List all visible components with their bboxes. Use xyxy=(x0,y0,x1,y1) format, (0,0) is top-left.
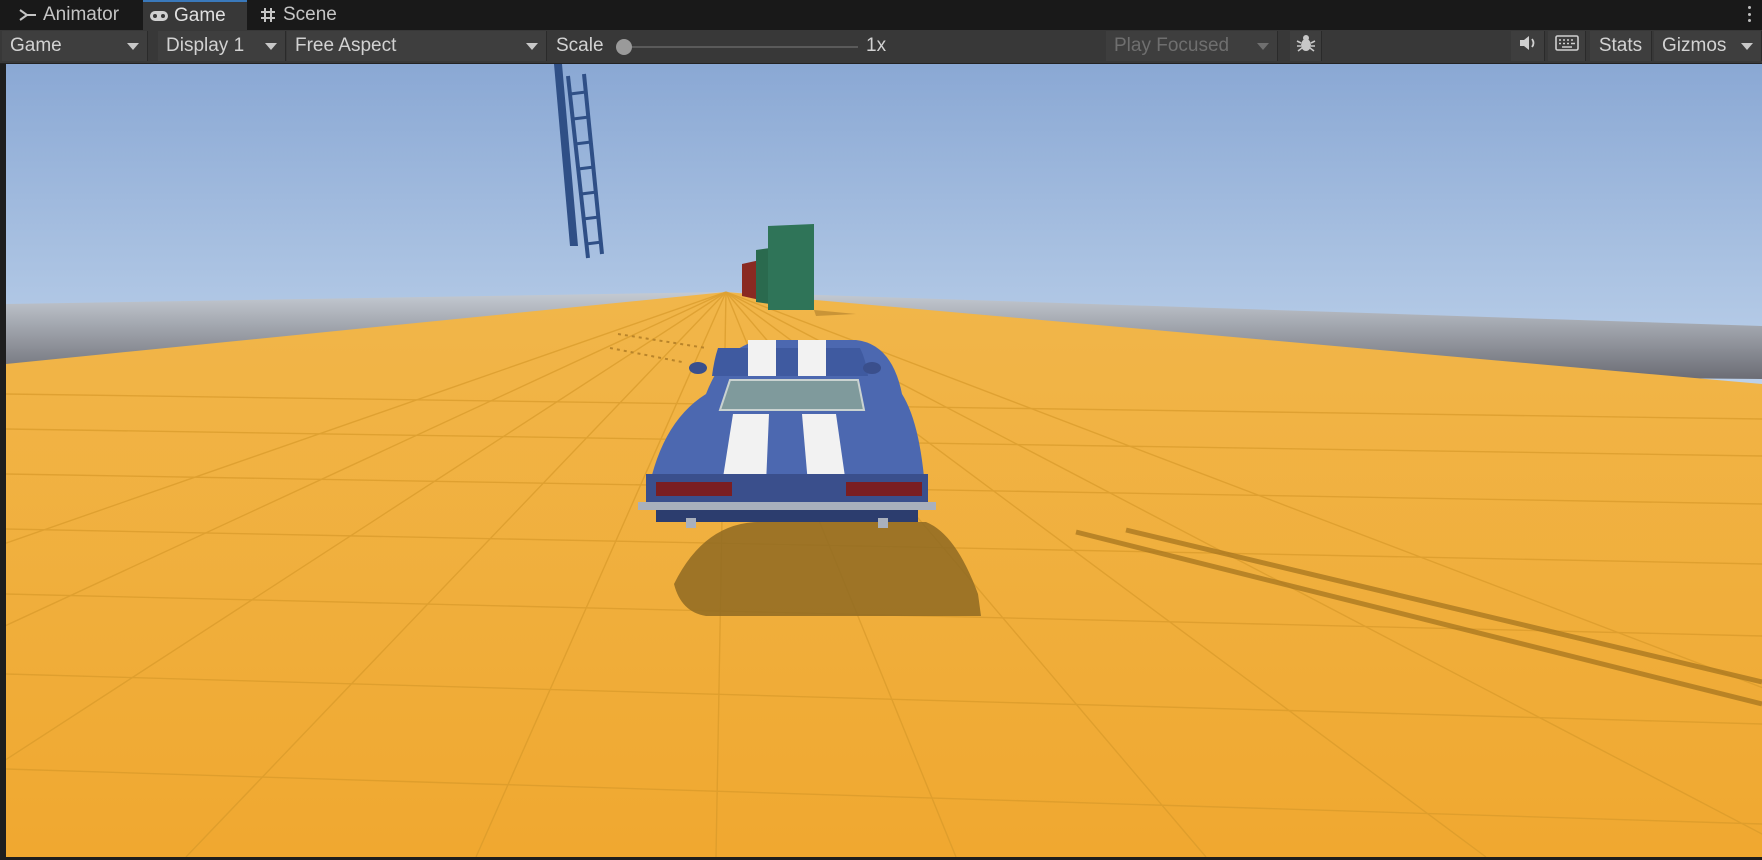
stats-button[interactable]: Stats xyxy=(1590,31,1652,61)
scale-value: 1x xyxy=(866,35,887,56)
tab-game-label: Game xyxy=(174,5,226,26)
gizmos-dropdown[interactable]: Gizmos xyxy=(1654,31,1762,61)
aspect-select-dropdown[interactable]: Free Aspect xyxy=(287,31,547,61)
aspect-select-value: Free Aspect xyxy=(295,35,397,56)
bug-icon xyxy=(1295,32,1317,60)
chevron-down-icon xyxy=(265,43,277,50)
scale-slider-thumb[interactable] xyxy=(616,39,632,55)
tab-scene[interactable]: Scene xyxy=(258,0,358,30)
display-select-value: Display 1 xyxy=(166,35,245,56)
game-render xyxy=(6,64,1762,857)
gamepad-icon xyxy=(149,6,169,26)
play-mode-value: Play Focused xyxy=(1114,35,1230,56)
keyboard-icon xyxy=(1554,34,1579,58)
view-select-dropdown[interactable]: Game xyxy=(2,31,148,61)
view-select-value: Game xyxy=(10,35,62,56)
debug-toggle-button[interactable] xyxy=(1290,31,1322,61)
grid-icon xyxy=(258,5,278,25)
chevron-down-icon xyxy=(127,43,139,50)
chevron-down-icon xyxy=(1257,43,1269,50)
game-viewport[interactable] xyxy=(6,64,1762,857)
mute-audio-button[interactable] xyxy=(1511,31,1545,61)
scale-label: Scale xyxy=(556,35,604,56)
chevron-down-icon xyxy=(526,43,538,50)
play-mode-dropdown[interactable]: Play Focused xyxy=(1106,31,1278,61)
scale-slider-track[interactable] xyxy=(626,46,858,48)
chevron-down-icon xyxy=(1741,43,1753,50)
tab-animator[interactable]: Animator xyxy=(18,0,140,30)
animator-icon xyxy=(18,5,38,25)
display-select-dropdown[interactable]: Display 1 xyxy=(158,31,286,61)
kebab-menu-icon[interactable] xyxy=(1744,3,1754,25)
keyboard-shortcuts-button[interactable] xyxy=(1548,31,1586,61)
car-shadow xyxy=(674,521,981,616)
speaker-icon xyxy=(1518,34,1538,58)
game-view-toolbar: Game Display 1 Free Aspect Scale 1x Play… xyxy=(0,30,1762,64)
tab-game[interactable]: Game xyxy=(143,0,247,30)
tab-scene-label: Scene xyxy=(283,4,337,25)
gizmos-label: Gizmos xyxy=(1662,35,1727,56)
editor-tab-bar: Animator Game Scene xyxy=(0,0,1762,30)
tab-animator-label: Animator xyxy=(43,4,120,25)
